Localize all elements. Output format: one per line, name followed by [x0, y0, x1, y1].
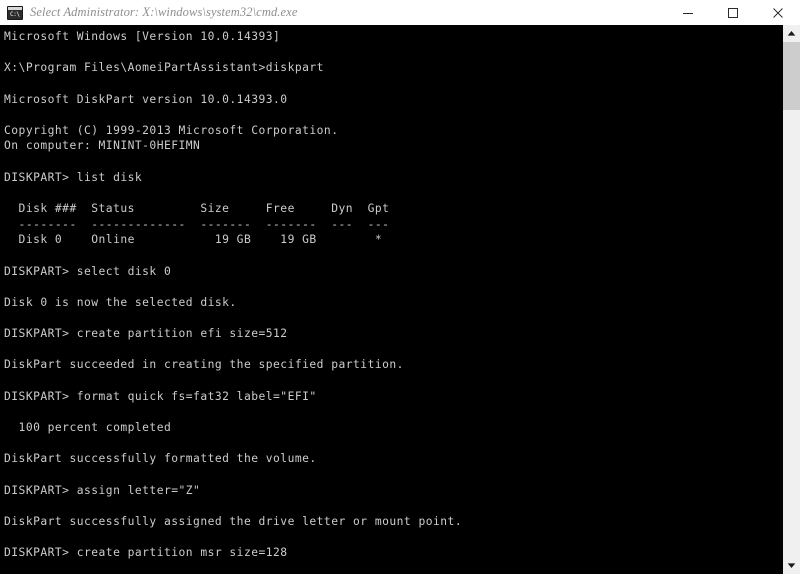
window-controls [665, 0, 800, 25]
scroll-down-arrow[interactable] [783, 557, 800, 574]
console-line: 100 percent completed [4, 421, 172, 435]
title-bar[interactable]: C:\ Select Administrator: X:\windows\sys… [0, 0, 800, 25]
console-line: DISKPART> create partition msr size=128 [4, 546, 288, 560]
console-line: Copyright (C) 1999-2013 Microsoft Corpor… [4, 123, 339, 137]
vertical-scrollbar[interactable] [783, 25, 800, 574]
console-line: DiskPart successfully assigned the drive… [4, 514, 463, 528]
console-line: DISKPART> select disk 0 [4, 264, 172, 278]
console-line: Disk ### Status Size Free Dyn Gpt [4, 202, 390, 216]
minimize-button[interactable] [665, 0, 710, 25]
scroll-up-arrow[interactable] [783, 25, 800, 42]
cmd-window: C:\ Select Administrator: X:\windows\sys… [0, 0, 800, 574]
console-text: Microsoft Windows [Version 10.0.14393] X… [0, 25, 783, 574]
console-line: DiskPart succeeded in creating the speci… [4, 358, 404, 372]
close-button[interactable] [755, 0, 800, 25]
console-line: DiskPart successfully formatted the volu… [4, 452, 317, 466]
console-line: -------- ------------- ------- ------- -… [4, 217, 390, 231]
window-title: Select Administrator: X:\windows\system3… [30, 5, 298, 19]
console-line: DISKPART> create partition efi size=512 [4, 327, 288, 341]
console-line: DISKPART> assign letter="Z" [4, 483, 201, 497]
console-line: DISKPART> format quick fs=fat32 label="E… [4, 389, 317, 403]
scrollbar-track[interactable] [783, 42, 800, 557]
console-line: DISKPART> list disk [4, 170, 143, 184]
scrollbar-thumb[interactable] [783, 42, 800, 110]
console-output-area[interactable]: Microsoft Windows [Version 10.0.14393] X… [0, 25, 783, 574]
console-line: X:\Program Files\AomeiPartAssistant>disk… [4, 61, 324, 75]
console-line: Disk 0 Online 19 GB 19 GB * [4, 233, 383, 247]
console-line: Microsoft DiskPart version 10.0.14393.0 [4, 92, 288, 106]
cmd-icon-glyph: C:\ [10, 10, 20, 18]
cmd-icon[interactable]: C:\ [7, 5, 23, 20]
console-line: On computer: MININT-0HEFIMN [4, 139, 201, 153]
console-line: Microsoft Windows [Version 10.0.14393] [4, 30, 281, 43]
console-line: Disk 0 is now the selected disk. [4, 295, 237, 309]
maximize-button[interactable] [710, 0, 755, 25]
